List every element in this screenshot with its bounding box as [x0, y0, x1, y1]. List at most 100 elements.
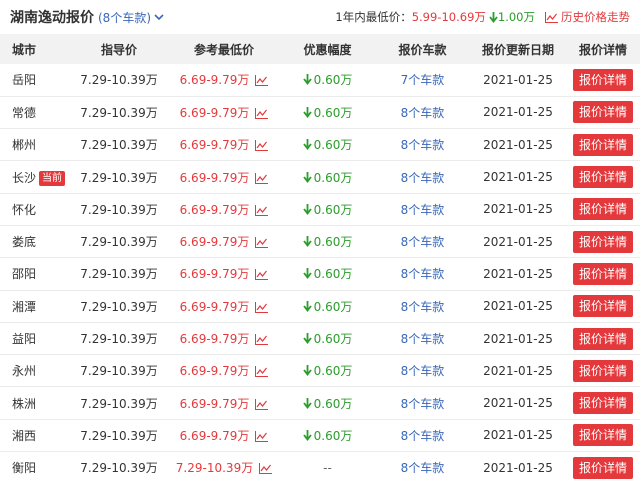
models-link[interactable]: 8个车款	[401, 461, 445, 475]
models-link[interactable]: 8个车款	[401, 171, 445, 185]
city-cell: 株洲	[0, 387, 70, 419]
col-details: 报价详情	[578, 42, 627, 57]
chart-icon[interactable]	[255, 430, 269, 442]
chart-icon[interactable]	[255, 237, 269, 249]
chevron-down-icon[interactable]	[153, 11, 165, 23]
price-details-button[interactable]: 报价详情	[572, 456, 633, 479]
table-row: 邵阳 7.29-10.39万 6.69-9.79万 0.60万 8个车款 202…	[0, 258, 640, 291]
price-details-button[interactable]: 报价详情	[572, 327, 633, 350]
chart-icon[interactable]	[255, 204, 269, 216]
models-link[interactable]: 8个车款	[401, 300, 445, 314]
update-date: 2021-01-25	[483, 428, 553, 443]
chart-icon[interactable]	[255, 107, 269, 119]
price-details-button[interactable]: 报价详情	[572, 262, 633, 285]
chart-icon[interactable]	[259, 463, 273, 475]
reference-low-price: 6.69-9.79万	[179, 332, 250, 347]
discount-value: 0.60万	[313, 396, 353, 411]
chart-icon[interactable]	[255, 172, 269, 184]
year-low-label: 1年内最低价：	[335, 10, 412, 24]
discount-cell: 0.60万	[280, 129, 375, 161]
details-cell: 报价详情	[566, 96, 640, 128]
models-link[interactable]: 7个车款	[401, 73, 445, 87]
reference-low-cell: 6.69-9.79万	[168, 290, 280, 322]
arrow-down-icon	[302, 268, 312, 280]
col-guide-price: 指导价	[100, 42, 137, 57]
discount: 0.60万	[302, 104, 353, 121]
guide-price: 7.29-10.39万	[80, 332, 158, 347]
header-right: 1年内最低价： 5.99-10.69万 1.00万 历史价格走势	[335, 9, 630, 25]
models-link[interactable]: 8个车款	[401, 203, 445, 217]
models-cell: 8个车款	[375, 452, 470, 482]
models-link[interactable]: 8个车款	[401, 235, 445, 249]
reference-low-price: 6.69-9.79万	[179, 364, 250, 379]
arrow-down-icon	[302, 203, 312, 215]
discount-cell: 0.60万	[280, 193, 375, 225]
chart-icon[interactable]	[255, 398, 269, 410]
city-name: 长沙	[12, 170, 37, 185]
update-date: 2021-01-25	[483, 363, 553, 378]
models-cell: 7个车款	[375, 64, 470, 96]
discount: 0.60万	[302, 265, 352, 282]
col-models: 报价车款	[398, 42, 447, 57]
reference-low-cell: 6.69-9.79万	[168, 258, 280, 290]
price-details-button[interactable]: 报价详情	[572, 101, 633, 124]
update-date: 2021-01-25	[483, 396, 553, 411]
update-date: 2021-01-25	[483, 460, 553, 475]
price-details-button[interactable]: 报价详情	[572, 230, 633, 253]
reference-low-cell: 6.69-9.79万	[168, 419, 280, 451]
price-details-button[interactable]: 报价详情	[572, 198, 633, 221]
discount-value: 0.60万	[313, 105, 353, 120]
price-details-button[interactable]: 报价详情	[572, 133, 633, 156]
models-link[interactable]: 8个车款	[401, 138, 445, 152]
guide-price: 7.29-10.39万	[80, 170, 158, 185]
models-link[interactable]: 8个车款	[401, 332, 445, 346]
price-details-button[interactable]: 报价详情	[572, 359, 633, 382]
table-row: 衡阳 7.29-10.39万 7.29-10.39万 -- 8个车款 2021-…	[0, 452, 640, 482]
history-trend-link[interactable]: 历史价格走势	[545, 9, 630, 25]
discount-value: 0.60万	[313, 332, 353, 347]
chart-icon[interactable]	[255, 334, 269, 346]
col-city: 城市	[12, 42, 37, 57]
discount-cell: 0.60万	[280, 387, 375, 419]
models-cell: 8个车款	[375, 290, 470, 322]
city-name: 益阳	[12, 332, 37, 347]
chart-icon[interactable]	[255, 75, 269, 87]
reference-low-price: 6.69-9.79万	[179, 299, 250, 314]
arrow-down-icon	[302, 74, 312, 86]
chart-icon[interactable]	[255, 301, 269, 313]
discount-cell: 0.60万	[280, 322, 375, 354]
models-link[interactable]: 8个车款	[401, 106, 445, 120]
update-date: 2021-01-25	[483, 170, 553, 185]
city-cell: 益阳	[0, 322, 70, 354]
reference-low-cell: 6.69-9.79万	[168, 225, 280, 257]
guide-price: 7.29-10.39万	[80, 235, 158, 250]
city-cell: 湘潭	[0, 290, 70, 322]
chart-icon[interactable]	[255, 140, 269, 152]
table-row: 株洲 7.29-10.39万 6.69-9.79万 0.60万 8个车款 202…	[0, 387, 640, 420]
price-details-button[interactable]: 报价详情	[572, 424, 633, 447]
reference-low-cell: 7.29-10.39万	[168, 452, 280, 482]
price-details-button[interactable]: 报价详情	[572, 392, 633, 415]
price-details-button[interactable]: 报价详情	[572, 295, 633, 318]
chart-icon[interactable]	[255, 366, 269, 378]
discount-cell: 0.60万	[280, 290, 375, 322]
guide-price: 7.29-10.39万	[80, 461, 158, 476]
models-link[interactable]: 8个车款	[401, 267, 445, 281]
table-header-row: 城市 指导价 参考最低价 优惠幅度 报价车款 报价更新日期 报价详情	[0, 34, 640, 64]
price-details-button[interactable]: 报价详情	[572, 68, 633, 91]
reference-low-price: 6.69-9.79万	[179, 235, 250, 250]
reference-low-price: 6.69-9.79万	[179, 267, 250, 282]
discount: 0.60万	[302, 169, 352, 186]
guide-price: 7.29-10.39万	[80, 73, 158, 88]
models-link[interactable]: 8个车款	[401, 397, 445, 411]
discount-value: 0.60万	[313, 138, 353, 153]
model-count-dropdown[interactable]: (8个车款)	[98, 9, 151, 26]
col-discount: 优惠幅度	[303, 42, 352, 57]
chart-icon[interactable]	[255, 269, 269, 281]
reference-low-cell: 6.69-9.79万	[168, 64, 280, 96]
models-link[interactable]: 8个车款	[401, 364, 445, 378]
city-cell: 邵阳	[0, 258, 70, 290]
models-link[interactable]: 8个车款	[401, 429, 445, 443]
guide-price: 7.29-10.39万	[80, 202, 158, 217]
price-details-button[interactable]: 报价详情	[572, 166, 633, 189]
